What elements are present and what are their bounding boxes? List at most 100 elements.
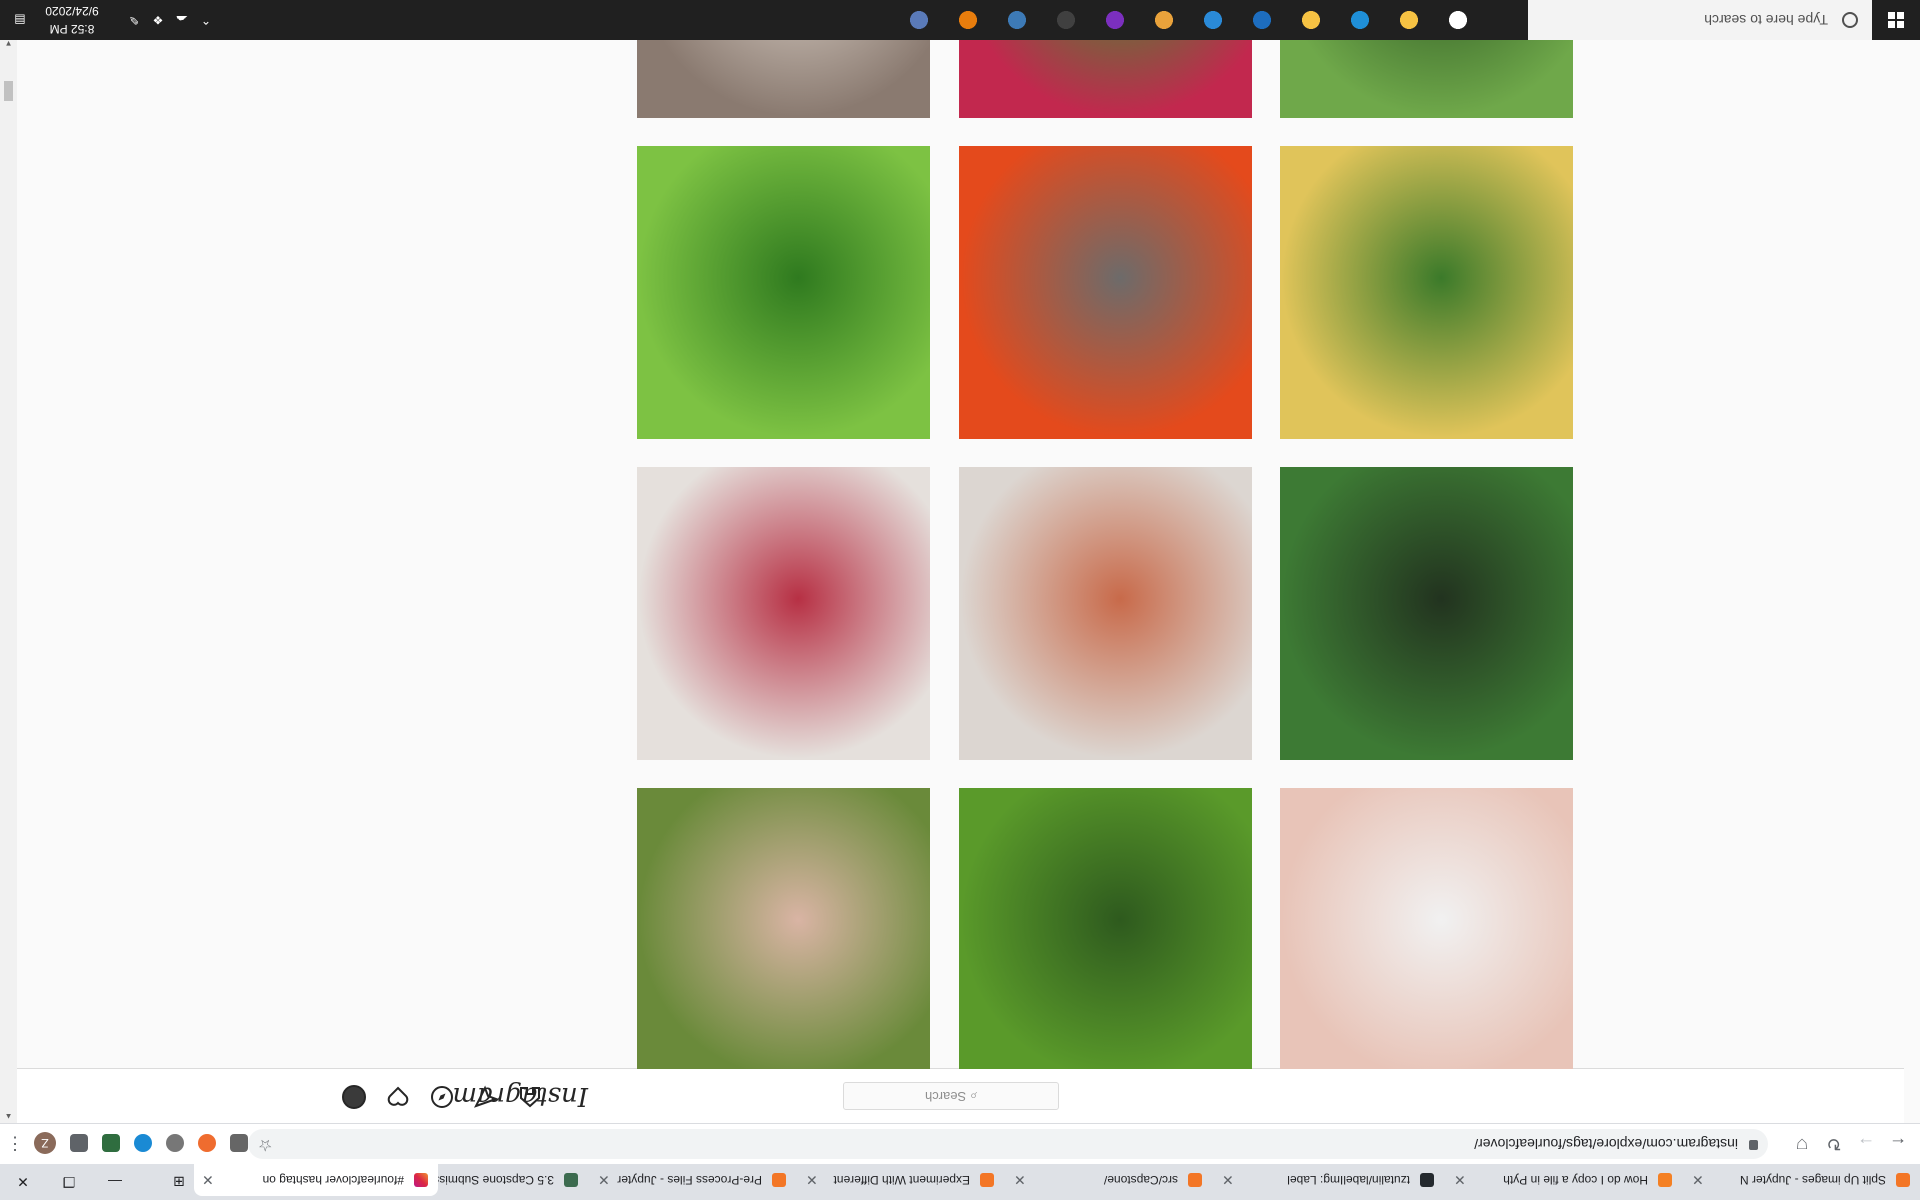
close-tab-icon[interactable]: ✕ — [1692, 1164, 1704, 1196]
close-tab-icon[interactable]: ✕ — [598, 1164, 610, 1196]
instagram-favicon-icon — [414, 1173, 428, 1187]
photos-icon[interactable] — [1199, 6, 1227, 34]
tab-favicon — [1188, 1173, 1202, 1187]
taskbar-clock[interactable]: 8:52 PM 9/24/2020 — [32, 2, 112, 38]
tab-title: How do I copy a file in Pyth — [1503, 1173, 1648, 1187]
post-tile-clover-wild[interactable] — [1280, 467, 1573, 760]
post-tile-clover-field[interactable] — [1280, 36, 1573, 118]
terminal-icon[interactable] — [1052, 6, 1080, 34]
new-tab-button[interactable]: ⊞ — [164, 1164, 194, 1200]
post-tile-finger[interactable] — [1280, 788, 1573, 1069]
post-tile-bracelet[interactable] — [637, 467, 930, 760]
tab[interactable]: Experiment With Different ✕ — [798, 1164, 1004, 1196]
python-icon[interactable] — [1003, 6, 1031, 34]
chevron-up-icon[interactable]: ⌃ — [198, 12, 214, 28]
search-placeholder: Search — [924, 1089, 967, 1104]
tab-active[interactable]: #fourleafclover hashtag on ✕ — [194, 1164, 438, 1196]
tab-favicon — [1658, 1173, 1672, 1187]
close-tab-icon[interactable]: ✕ — [806, 1164, 818, 1196]
post-tile-hand-clover[interactable] — [1280, 146, 1573, 439]
tab[interactable]: src/Capstone/ ✕ — [1006, 1164, 1212, 1196]
post-tile-plants[interactable] — [637, 788, 930, 1069]
home-icon[interactable] — [518, 1085, 542, 1109]
url-text: instagram.com/explore/tags/fourleafclove… — [1474, 1136, 1738, 1152]
post-tile-clover-bright[interactable] — [637, 146, 930, 439]
pen-icon[interactable]: ✎ — [126, 12, 142, 28]
tab-title: Experiment With Different — [833, 1173, 971, 1187]
blender-icon[interactable] — [954, 6, 982, 34]
close-window-button[interactable]: ✕ — [0, 1164, 46, 1200]
tab-title: src/Capstone/ — [1103, 1173, 1178, 1187]
extensions-puzzle-icon[interactable] — [70, 1134, 88, 1152]
profile-avatar[interactable]: Z — [34, 1132, 56, 1154]
tab[interactable]: Pre-Process Files - Jupyter ✕ — [590, 1164, 796, 1196]
taskbar-search-placeholder: Type here to search — [1704, 12, 1828, 28]
extension-circle-icon[interactable] — [166, 1134, 184, 1152]
tab-favicon — [564, 1173, 578, 1187]
screen: Split Up images - Jupyter N ✕ How do I c… — [0, 0, 1920, 1200]
onenote-icon[interactable] — [1101, 6, 1129, 34]
taskbar-search-box[interactable]: Type here to search — [1528, 0, 1872, 40]
photoshop-icon[interactable] — [1248, 6, 1276, 34]
tab-title: Split Up images - Jupyter N — [1739, 1173, 1886, 1187]
tab-favicon — [1420, 1173, 1434, 1187]
scroll-thumb[interactable] — [4, 81, 13, 101]
instagram-header: Instagram ⌕ Search — [17, 1068, 1904, 1123]
bookmark-star-icon[interactable]: ☆ — [258, 1129, 272, 1159]
explore-compass-icon[interactable] — [430, 1085, 454, 1109]
notifications-icon[interactable]: ▤ — [12, 12, 28, 28]
post-tile-leaves[interactable] — [959, 788, 1252, 1069]
cloud-icon[interactable]: ☁ — [174, 12, 190, 28]
extension-green-icon[interactable] — [102, 1134, 120, 1152]
lock-icon — [1749, 1140, 1758, 1150]
reload-button[interactable]: ↻ — [1820, 1130, 1848, 1158]
forward-button[interactable]: → — [1852, 1130, 1880, 1158]
file-explorer-icon[interactable] — [1395, 6, 1423, 34]
tab-strip: Split Up images - Jupyter N ✕ How do I c… — [0, 1164, 1920, 1200]
dropbox-icon[interactable]: ❖ — [150, 12, 166, 28]
chrome-icon[interactable] — [1150, 6, 1178, 34]
minimize-button[interactable]: — — [92, 1164, 138, 1200]
activity-heart-icon[interactable] — [386, 1085, 410, 1109]
clock-date: 9/24/2020 — [45, 4, 99, 18]
post-tile-marigold-vase[interactable] — [959, 146, 1252, 439]
close-tab-icon[interactable]: ✕ — [1222, 1164, 1234, 1196]
page-scrollbar[interactable]: ▲ ▼ — [0, 36, 17, 1123]
windows-taskbar: Type here to search ⌃ ☁ ❖ ✎ 8:52 PM 9/24… — [0, 0, 1920, 40]
instagram-search-input[interactable]: ⌕ Search — [843, 1082, 1059, 1110]
edge-icon[interactable] — [1346, 6, 1374, 34]
direct-message-icon[interactable] — [474, 1085, 498, 1109]
address-bar[interactable]: instagram.com/explore/tags/fourleafclove… — [248, 1129, 1768, 1159]
tab-title: #fourleafclover hashtag on — [262, 1173, 404, 1187]
close-tab-icon[interactable]: ✕ — [202, 1164, 214, 1196]
profile-avatar[interactable] — [342, 1085, 366, 1109]
back-button[interactable]: ← — [1884, 1130, 1912, 1158]
tab[interactable]: Split Up images - Jupyter N ✕ — [1684, 1164, 1920, 1196]
task-view-icon[interactable] — [1444, 6, 1472, 34]
clock-time: 8:52 PM — [49, 22, 95, 36]
tab-favicon — [1896, 1173, 1910, 1187]
close-tab-icon[interactable]: ✕ — [1454, 1164, 1466, 1196]
shield-icon[interactable]: ⛉ — [1788, 1130, 1816, 1158]
folder-icon[interactable] — [1297, 6, 1325, 34]
tab-title: tzutalin/labelImg: Label — [1287, 1173, 1410, 1187]
post-tile-clover-pink[interactable] — [959, 36, 1252, 118]
browser-menu-icon[interactable]: ⋮ — [6, 1130, 24, 1158]
extension-grammarly-icon[interactable] — [230, 1134, 248, 1152]
extension-orange-icon[interactable] — [198, 1134, 216, 1152]
extension-blue-icon[interactable] — [134, 1134, 152, 1152]
tab-favicon — [772, 1173, 786, 1187]
tab[interactable]: tzutalin/labelImg: Label ✕ — [1214, 1164, 1444, 1196]
tab-title: Pre-Process Files - Jupyter — [617, 1173, 762, 1187]
close-tab-icon[interactable]: ✕ — [1014, 1164, 1026, 1196]
tab[interactable]: How do I copy a file in Pyth ✕ — [1446, 1164, 1682, 1196]
tab-favicon — [980, 1173, 994, 1187]
calculator-icon[interactable] — [905, 6, 933, 34]
maximize-button[interactable]: ❐ — [46, 1164, 92, 1200]
browser-toolbar: ← → ↻ ⛉ instagram.com/explore/tags/fourl… — [0, 1123, 1920, 1164]
scroll-up-arrow-icon[interactable]: ▲ — [0, 1109, 17, 1123]
post-grid — [17, 36, 1904, 1069]
windows-start-icon[interactable] — [1872, 0, 1920, 40]
post-tile-bracelet2[interactable] — [959, 467, 1252, 760]
post-tile-hair-earring[interactable] — [637, 36, 930, 118]
